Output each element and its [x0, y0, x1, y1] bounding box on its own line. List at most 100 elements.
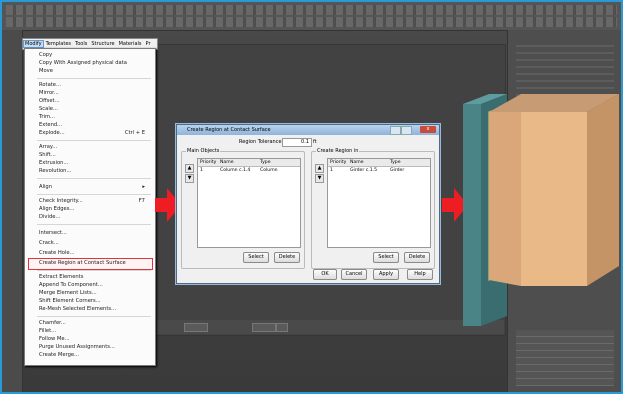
table-cell: 1: [200, 168, 203, 173]
move-down-icon[interactable]: ▼: [185, 174, 194, 183]
column-front-face: [463, 104, 481, 326]
move-up-icon[interactable]: ▲: [315, 164, 324, 173]
menu-item-extract-elements[interactable]: Extract Elements: [39, 273, 151, 281]
dialog-title-bar[interactable]: Create Region at Contact Surface x: [177, 125, 439, 135]
menu-item-align-edges[interactable]: Align Edges...: [39, 205, 151, 213]
move-down-icon[interactable]: ▼: [315, 174, 324, 183]
main-objects-group: Main Objects ▲ ▼ Priority Name Type 1 Co…: [181, 148, 305, 269]
menu-item-label: Check Integrity...: [39, 198, 83, 204]
menu-item-label: Merge Element Lists...: [39, 290, 97, 296]
menu-separator: [37, 78, 151, 79]
menu-item-label: Revolution...: [39, 168, 72, 174]
status-field[interactable]: [184, 323, 208, 332]
menu-item-label: Extend...: [39, 122, 63, 128]
menu-item-merge-element-lists[interactable]: Merge Element Lists...: [39, 289, 151, 297]
menu-item-rotate[interactable]: Rotate...: [39, 81, 151, 89]
menu-item-intersect[interactable]: Intersect...: [39, 229, 151, 237]
menu-item-label: Explode...: [39, 130, 65, 136]
menu-item-label: Append To Component...: [39, 282, 103, 288]
menu-item-revolution[interactable]: Revolution...: [39, 167, 151, 175]
menu-separator: [37, 224, 151, 225]
move-up-icon[interactable]: ▲: [185, 164, 194, 173]
menu-item-mirror[interactable]: Mirror...: [39, 89, 151, 97]
menu-item-trim[interactable]: Trim...: [39, 113, 151, 121]
column-header: Type: [390, 160, 401, 165]
maximize-icon[interactable]: [401, 126, 412, 135]
apply-button[interactable]: Apply: [373, 269, 399, 280]
menu-item-fillet[interactable]: Fillet...: [39, 327, 151, 335]
create-select-button[interactable]: Select: [373, 252, 399, 263]
menu-item-align[interactable]: Align ▸: [39, 183, 151, 191]
tolerance-input[interactable]: 0.1: [282, 138, 312, 147]
table-cell: Girder: [390, 168, 405, 173]
menu-item-scale[interactable]: Scale...: [39, 105, 151, 113]
column-header: Name: [350, 160, 364, 165]
menu-item-remesh[interactable]: Re-Mesh Selected Elements...: [39, 305, 151, 313]
menu-item-extend[interactable]: Extend...: [39, 121, 151, 129]
column-header: Name: [220, 160, 234, 165]
create-region-dialog: Create Region at Contact Surface x Regio…: [176, 124, 440, 284]
main-objects-table[interactable]: Priority Name Type 1 Column c.1.4 Column: [197, 158, 301, 248]
menu-item-divide[interactable]: Divide...: [39, 213, 151, 221]
menu-separator: [37, 140, 151, 141]
menu-item-label: Follow Me...: [39, 336, 70, 342]
status-field[interactable]: [276, 323, 288, 332]
menu-item-copy-with-physical[interactable]: Copy With Assigned physical data: [39, 59, 151, 67]
girder-left-face: [489, 112, 521, 286]
menu-item-purge-unused[interactable]: Purge Unused Assignments...: [39, 343, 151, 351]
menu-item-check-integrity[interactable]: Check Integrity... F7: [39, 197, 151, 205]
menu-item-label: Scale...: [39, 106, 58, 112]
menu-item-extrusion[interactable]: Extrusion...: [39, 159, 151, 167]
menu-item-move[interactable]: Move: [39, 67, 151, 75]
close-button[interactable]: x: [420, 126, 436, 133]
help-button[interactable]: Help: [407, 269, 433, 280]
menu-item-label: Chamfer...: [39, 320, 66, 326]
menu-item-shift[interactable]: Shift...: [39, 151, 151, 159]
menu-modify[interactable]: Modify: [23, 40, 44, 48]
menu-item-label: Create Region at Contact Surface: [39, 260, 126, 266]
menu-materials[interactable]: Materials: [117, 41, 144, 47]
menu-item-array[interactable]: Array...: [39, 143, 151, 151]
table-cell: Column: [260, 168, 278, 173]
tolerance-unit: ft: [313, 139, 317, 145]
top-toolbar: [2, 2, 621, 31]
main-select-button[interactable]: Select: [243, 252, 269, 263]
table-header: Priority Name Type: [328, 159, 430, 167]
menu-item-label: Crack...: [39, 240, 59, 246]
toolbar-icon-row[interactable]: [6, 17, 617, 27]
menu-tools[interactable]: Tools: [73, 41, 89, 47]
menu-item-offset[interactable]: Offset...: [39, 97, 151, 105]
table-cell: Column c.1.4: [220, 168, 251, 173]
menu-item-chamfer[interactable]: Chamfer...: [39, 319, 151, 327]
minimize-icon[interactable]: [390, 126, 401, 135]
menu-item-create-merge[interactable]: Create Merge...: [39, 351, 151, 359]
menu-item-append-to-component[interactable]: Append To Component...: [39, 281, 151, 289]
create-delete-button[interactable]: Delete: [404, 252, 430, 263]
menu-structure[interactable]: Structure: [89, 41, 116, 47]
menu-item-label: Intersect...: [39, 230, 67, 236]
menu-templates[interactable]: Templates: [44, 41, 73, 47]
menu-item-label: Create Hole...: [39, 250, 75, 256]
menu-item-create-hole[interactable]: Create Hole...: [39, 249, 151, 257]
menu-item-label: Array...: [39, 144, 58, 150]
status-field[interactable]: [252, 323, 276, 332]
ok-button[interactable]: OK: [313, 269, 337, 280]
create-region-group: Create Region in ▲ ▼ Priority Name Type …: [311, 148, 435, 269]
menu-item-follow-me[interactable]: Follow Me...: [39, 335, 151, 343]
menu-item-label: Create Merge...: [39, 352, 80, 358]
create-region-table[interactable]: Priority Name Type 1 Girder c.1.5 Girder: [327, 158, 431, 248]
menu-pr[interactable]: Pr: [144, 41, 153, 47]
menu-item-shift-element-corners[interactable]: Shift Element Corners...: [39, 297, 151, 305]
menu-item-copy[interactable]: Copy: [39, 51, 151, 59]
menu-item-explode[interactable]: Explode... Ctrl + E: [39, 129, 151, 137]
menu-item-crack[interactable]: Crack...: [39, 239, 151, 247]
properties-table[interactable]: [516, 330, 614, 386]
toolbar-icon-row[interactable]: [6, 5, 617, 15]
main-delete-button[interactable]: Delete: [274, 252, 300, 263]
cancel-button[interactable]: Cancel: [341, 269, 367, 280]
menu-separator: [37, 178, 151, 179]
table-cell: 1: [330, 168, 333, 173]
menu-item-create-region-contact[interactable]: Create Region at Contact Surface: [39, 259, 151, 267]
table-header: Priority Name Type: [198, 159, 300, 167]
column-header: Priority: [330, 160, 347, 165]
